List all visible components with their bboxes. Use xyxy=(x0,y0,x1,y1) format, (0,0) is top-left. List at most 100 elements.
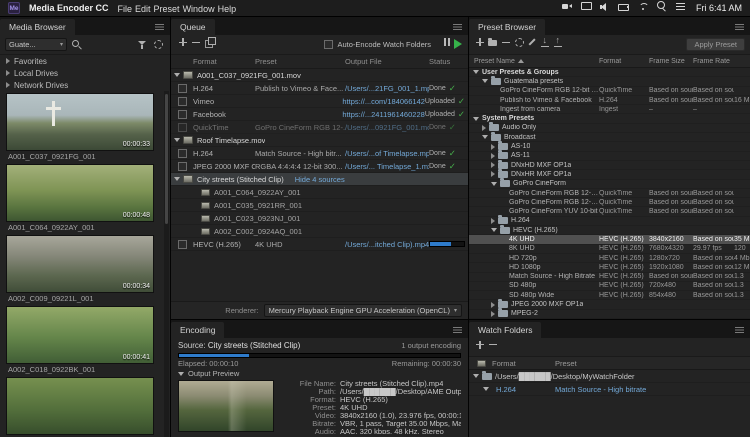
panel-menu-icon[interactable] xyxy=(735,326,745,334)
preset-row[interactable]: Publish to Vimeo & Facebook H.264 Based … xyxy=(469,96,750,105)
volume-icon[interactable] xyxy=(599,0,611,12)
preset-row[interactable]: SD 480p Wide HEVC (H.265) 854x480 Based … xyxy=(469,291,750,300)
scrollbar[interactable] xyxy=(164,91,169,437)
preset-row[interactable]: SD 480p HEVC (H.265) 720x480 Based on so… xyxy=(469,282,750,291)
output-preset[interactable]: 4K UHD xyxy=(255,240,345,249)
tree-item-favorites[interactable]: Favorites xyxy=(0,55,170,67)
watch-folder-format[interactable]: H.264 xyxy=(496,385,552,394)
media-clip[interactable]: 00:00:48 A001_C064_0922AY_001 xyxy=(6,164,160,232)
watch-folder-output-row[interactable]: H.264 Match Source - High bitrate xyxy=(469,383,750,396)
column-format[interactable]: Format xyxy=(492,359,549,368)
output-preset[interactable]: Publish to Vimeo & Face... xyxy=(255,84,345,93)
collapse-icon[interactable] xyxy=(473,374,479,378)
collapse-icon[interactable] xyxy=(174,138,180,142)
panel-menu-icon[interactable] xyxy=(155,23,165,31)
queue-output-row[interactable]: JPEG 2000 MXF OP1a RGBA 4:4:4:4 12-bit 3… xyxy=(171,160,468,173)
collapse-icon[interactable] xyxy=(174,73,180,77)
remove-folder-icon[interactable] xyxy=(487,338,500,351)
output-format[interactable]: Vimeo xyxy=(193,97,254,106)
watch-folder-row[interactable]: /Users/██████/Desktop/MyWatchFolder xyxy=(469,370,750,383)
output-file-link[interactable]: /Users/...0921FG_001.mov xyxy=(345,123,429,132)
output-file-link[interactable]: /Users/...of Timelapse.mp4 xyxy=(345,149,429,158)
preset-row[interactable]: 8K UHD HEVC (H.265) 7680x4320 29.97 fps … xyxy=(469,245,750,254)
expand-icon[interactable] xyxy=(491,162,495,168)
queue-source-row[interactable]: A001_C064_0922AY_001 xyxy=(171,186,468,199)
output-checkbox[interactable] xyxy=(178,123,187,132)
panel-menu-icon[interactable] xyxy=(453,326,463,334)
column-preset-name[interactable]: Preset Name xyxy=(474,58,599,65)
expand-icon[interactable] xyxy=(482,125,486,131)
apply-preset-button[interactable]: Apply Preset xyxy=(686,38,745,51)
queue-output-row[interactable]: HEVC (H.265) 4K UHD /Users/...itched Cli… xyxy=(171,238,468,251)
tree-item-local-drives[interactable]: Local Drives xyxy=(0,67,170,79)
column-frame-size[interactable]: Frame Size xyxy=(649,58,693,65)
expand-icon[interactable] xyxy=(491,302,495,308)
pause-icon[interactable] xyxy=(441,36,454,49)
video-icon[interactable] xyxy=(561,0,573,12)
scrollbar-thumb[interactable] xyxy=(165,94,168,224)
output-checkbox[interactable] xyxy=(178,240,187,249)
preset-group-row[interactable]: Audio Only xyxy=(469,124,750,133)
duplicate-icon[interactable] xyxy=(203,36,216,49)
display-icon[interactable] xyxy=(580,0,592,12)
collapse-icon[interactable] xyxy=(482,135,488,139)
battery-icon[interactable] xyxy=(618,0,630,12)
renderer-dropdown[interactable]: Mercury Playback Engine GPU Acceleration… xyxy=(264,304,462,317)
output-file-link[interactable]: /Users/... Timelapse_1.mxf xyxy=(345,162,429,171)
filter-icon[interactable] xyxy=(136,39,148,51)
preset-group-row[interactable]: User Presets & Groups xyxy=(469,68,750,77)
export-preset-icon[interactable] xyxy=(552,36,565,49)
output-format[interactable]: H.264 xyxy=(193,84,255,93)
output-checkbox[interactable] xyxy=(178,149,187,158)
menu-window[interactable]: Window xyxy=(183,4,215,14)
watch-folder-preset[interactable]: Match Source - High bitrate xyxy=(555,385,750,394)
queue-job-row[interactable]: A001_C037_0921FG_001.mov xyxy=(171,69,468,82)
add-folder-icon[interactable] xyxy=(474,338,487,351)
hide-sources-link[interactable]: Hide 4 sources xyxy=(295,175,345,184)
menu-icon[interactable] xyxy=(675,0,687,12)
output-format[interactable]: Facebook xyxy=(193,110,254,119)
menu-edit[interactable]: Edit xyxy=(135,4,151,14)
media-clip[interactable]: 00:00:34 A002_C009_09221L_001 xyxy=(6,235,160,303)
output-file-link[interactable]: /Users/...itched Clip).mp4 xyxy=(345,240,429,249)
output-checkbox[interactable] xyxy=(178,110,187,119)
expand-icon[interactable] xyxy=(491,311,495,317)
preset-group-row[interactable]: DNxHR MXF OP1a xyxy=(469,170,750,179)
column-format[interactable]: Format xyxy=(193,57,255,66)
collapse-icon[interactable] xyxy=(473,70,479,74)
media-clip[interactable]: A002_C052_0922TT_001 xyxy=(6,377,160,437)
column-format[interactable]: Format xyxy=(599,58,649,65)
collapse-icon[interactable] xyxy=(482,79,488,83)
preset-row[interactable]: GoPro CineForm RGB 12-bit with alpha (Al… xyxy=(469,87,750,96)
queue-source-row[interactable]: A001_C035_0921RR_001 xyxy=(171,199,468,212)
tab-queue[interactable]: Queue xyxy=(171,19,215,35)
new-group-icon[interactable] xyxy=(487,36,500,49)
column-preset[interactable]: Preset xyxy=(555,359,750,368)
expand-icon[interactable] xyxy=(491,218,495,224)
menu-file[interactable]: File xyxy=(118,4,133,14)
preset-row[interactable]: GoPro CineForm RGB 12-bit with alpha Qui… xyxy=(469,189,750,198)
queue-output-row[interactable]: Facebook https://...24119614602283 Uploa… xyxy=(171,108,468,121)
tab-encoding[interactable]: Encoding xyxy=(171,322,224,338)
import-preset-icon[interactable] xyxy=(539,36,552,49)
expand-icon[interactable] xyxy=(6,70,10,76)
output-format[interactable]: HEVC (H.265) xyxy=(193,240,255,249)
output-preset[interactable]: GoPro CineForm RGB 12-... xyxy=(255,123,345,132)
view-settings-icon[interactable] xyxy=(152,38,165,51)
preset-group-row[interactable]: System Presets xyxy=(469,114,750,123)
preset-group-row[interactable]: MPEG-2 xyxy=(469,310,750,319)
column-preset[interactable]: Preset xyxy=(255,57,345,66)
queue-job-row[interactable]: City streets (Stitched Clip) Hide 4 sour… xyxy=(171,173,468,186)
expand-icon[interactable] xyxy=(491,153,495,159)
queue-output-row[interactable]: Vimeo https://...com/184066142 Uploaded✓ xyxy=(171,95,468,108)
preset-row[interactable]: HD 720p HEVC (H.265) 1280x720 Based on s… xyxy=(469,254,750,263)
preset-row[interactable]: 4K UHD HEVC (H.265) 3840x2160 Based on s… xyxy=(469,235,750,244)
new-preset-icon[interactable] xyxy=(474,36,487,49)
column-output-file[interactable]: Output File xyxy=(345,57,429,66)
preset-group-row[interactable]: Broadcast xyxy=(469,133,750,142)
auto-encode-checkbox[interactable] xyxy=(324,40,333,49)
tab-media-browser[interactable]: Media Browser xyxy=(0,19,75,35)
tree-item-network-drives[interactable]: Network Drives xyxy=(0,79,170,91)
preset-settings-icon[interactable] xyxy=(513,36,526,49)
preset-group-row[interactable]: H.264 xyxy=(469,217,750,226)
